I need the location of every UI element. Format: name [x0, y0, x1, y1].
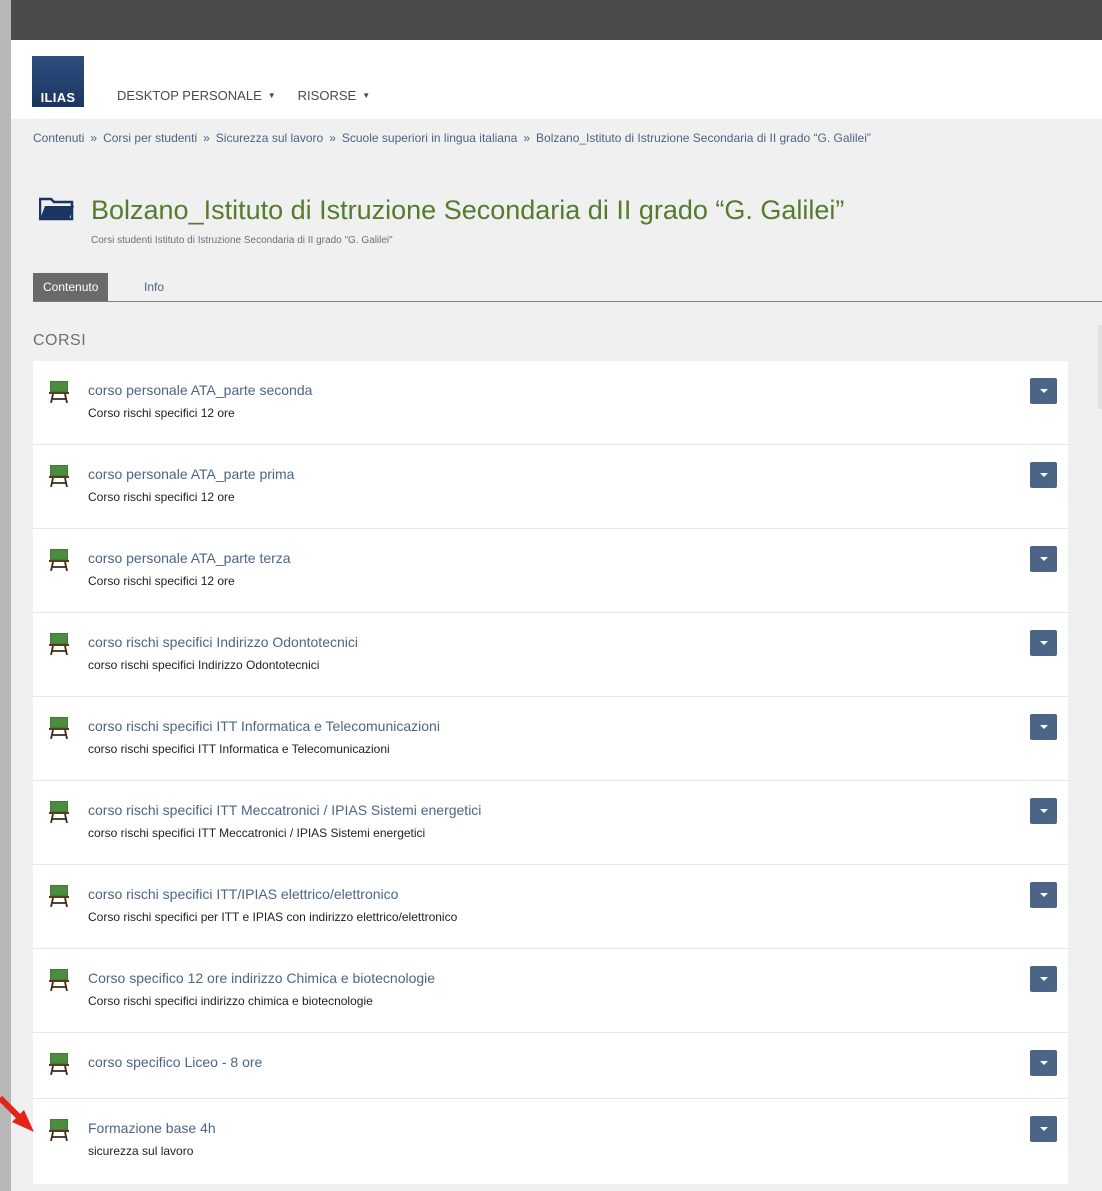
course-board-icon	[49, 717, 69, 740]
course-board-icon	[49, 381, 69, 404]
breadcrumb-separator: »	[329, 131, 336, 145]
chevron-down-icon	[1039, 557, 1048, 561]
chevron-down-icon	[1039, 725, 1048, 729]
annotation-arrow-icon	[0, 1096, 34, 1132]
course-description: sicurezza sul lavoro	[88, 1144, 194, 1158]
breadcrumb-item-current[interactable]: Bolzano_Istituto di Istruzione Secondari…	[536, 131, 871, 145]
course-title-link[interactable]: corso personale ATA_parte prima	[88, 466, 294, 482]
course-title-link[interactable]: corso personale ATA_parte seconda	[88, 382, 312, 398]
course-description: corso rischi specifici ITT Informatica e…	[88, 742, 390, 756]
course-row: corso rischi specifici Indirizzo Odontot…	[33, 613, 1068, 697]
course-title-link[interactable]: corso rischi specifici ITT Meccatronici …	[88, 802, 481, 818]
caret-down-icon: ▼	[362, 91, 371, 100]
nav-risorse-label: RISORSE	[297, 88, 357, 103]
chevron-down-icon	[1039, 1127, 1048, 1131]
page-subtitle: Corsi studenti Istituto di Istruzione Se…	[91, 235, 393, 246]
nav-risorse[interactable]: RISORSE ▼	[298, 88, 370, 103]
ilias-logo[interactable]: ILIAS	[32, 56, 84, 107]
side-panel-edge	[1098, 325, 1102, 409]
actions-dropdown-button[interactable]	[1030, 462, 1057, 488]
main-nav: DESKTOP PERSONALE ▼ RISORSE ▼	[117, 88, 370, 103]
actions-dropdown-button[interactable]	[1030, 714, 1057, 740]
course-row: corso specifico Liceo - 8 ore	[33, 1033, 1068, 1099]
actions-dropdown-button[interactable]	[1030, 882, 1057, 908]
course-row: Formazione base 4h sicurezza sul lavoro	[33, 1099, 1068, 1184]
actions-dropdown-button[interactable]	[1030, 1116, 1057, 1142]
course-title-link[interactable]: Corso specifico 12 ore indirizzo Chimica…	[88, 970, 435, 986]
breadcrumb-separator: »	[90, 131, 98, 145]
course-row: corso rischi specifici ITT Meccatronici …	[33, 781, 1068, 865]
breadcrumb-item-contenuti[interactable]: Contenuti	[33, 131, 84, 145]
breadcrumb-item-sicurezza[interactable]: Sicurezza sul lavoro	[216, 131, 323, 145]
actions-dropdown-button[interactable]	[1030, 546, 1057, 572]
course-description: Corso rischi specifici 12 ore	[88, 406, 235, 420]
section-title: CORSI	[33, 332, 87, 349]
course-board-icon	[49, 801, 69, 824]
nav-desktop-personale-label: DESKTOP PERSONALE	[117, 88, 262, 103]
breadcrumb-item-corsi-per-studenti[interactable]: Corsi per studenti	[103, 131, 197, 145]
chevron-down-icon	[1039, 641, 1048, 645]
breadcrumb-item-scuole-superiori[interactable]: Scuole superiori in lingua italiana	[342, 131, 517, 145]
actions-dropdown-button[interactable]	[1030, 630, 1057, 656]
course-board-icon	[49, 549, 69, 572]
course-title-link[interactable]: corso rischi specifici ITT/IPIAS elettri…	[88, 886, 398, 902]
course-board-icon	[49, 465, 69, 488]
chevron-down-icon	[1039, 473, 1048, 477]
course-board-icon	[49, 1053, 69, 1076]
course-description: corso rischi specifici Indirizzo Odontot…	[88, 658, 320, 672]
course-description: Corso rischi specifici 12 ore	[88, 490, 235, 504]
course-board-icon	[49, 885, 69, 908]
course-title-link[interactable]: corso rischi specifici ITT Informatica e…	[88, 718, 440, 734]
actions-dropdown-button[interactable]	[1030, 378, 1057, 404]
breadcrumb: Contenuti » Corsi per studenti » Sicurezza s…	[33, 131, 871, 145]
actions-dropdown-button[interactable]	[1030, 798, 1057, 824]
actions-dropdown-button[interactable]	[1030, 1050, 1057, 1076]
course-row: corso personale ATA_parte terza Corso ris…	[33, 529, 1068, 613]
course-board-icon	[49, 1119, 69, 1142]
course-title-link[interactable]: Formazione base 4h	[88, 1120, 216, 1136]
course-title-link[interactable]: corso rischi specifici Indirizzo Odontot…	[88, 634, 358, 650]
course-description: Corso rischi specifici indirizzo chimica…	[88, 994, 373, 1008]
course-row: corso rischi specifici ITT/IPIAS elettri…	[33, 865, 1068, 949]
course-row: corso rischi specifici ITT Informatica e…	[33, 697, 1068, 781]
course-board-icon	[49, 633, 69, 656]
folder-open-icon	[39, 197, 74, 221]
breadcrumb-separator: »	[523, 131, 531, 145]
course-title-link[interactable]: corso specifico Liceo - 8 ore	[88, 1054, 262, 1070]
page-title: Bolzano_Istituto di Istruzione Secondari…	[91, 195, 845, 225]
chevron-down-icon	[1039, 1061, 1048, 1065]
tab-info[interactable]: Info	[134, 273, 174, 301]
course-row: corso personale ATA_parte seconda Corso r…	[33, 361, 1068, 445]
chevron-down-icon	[1039, 977, 1048, 981]
page: ILIAS DESKTOP PERSONALE ▼ RISORSE ▼ Cont…	[11, 0, 1102, 1191]
course-list: corso personale ATA_parte seconda Corso r…	[33, 361, 1068, 1184]
course-description: Corso rischi specifici 12 ore	[88, 574, 235, 588]
top-bar	[11, 0, 1102, 40]
actions-dropdown-button[interactable]	[1030, 966, 1057, 992]
course-row: corso personale ATA_parte prima Corso ris…	[33, 445, 1068, 529]
caret-down-icon: ▼	[267, 91, 276, 100]
breadcrumb-separator: »	[203, 131, 210, 145]
tab-contenuto[interactable]: Contenuto	[33, 273, 109, 301]
tab-bar: Contenuto Info	[33, 273, 1102, 302]
chevron-down-icon	[1039, 809, 1048, 813]
course-title-link[interactable]: corso personale ATA_parte terza	[88, 550, 291, 566]
header: ILIAS DESKTOP PERSONALE ▼ RISORSE ▼	[11, 40, 1102, 119]
course-row: Corso specifico 12 ore indirizzo Chimica…	[33, 949, 1068, 1033]
chevron-down-icon	[1039, 389, 1048, 393]
nav-desktop-personale[interactable]: DESKTOP PERSONALE ▼	[117, 88, 276, 103]
course-description: corso rischi specifici ITT Meccatronici …	[88, 826, 426, 840]
chevron-down-icon	[1039, 893, 1048, 897]
course-description: Corso rischi specifici per ITT e IPIAS c…	[88, 910, 458, 924]
course-board-icon	[49, 969, 69, 992]
